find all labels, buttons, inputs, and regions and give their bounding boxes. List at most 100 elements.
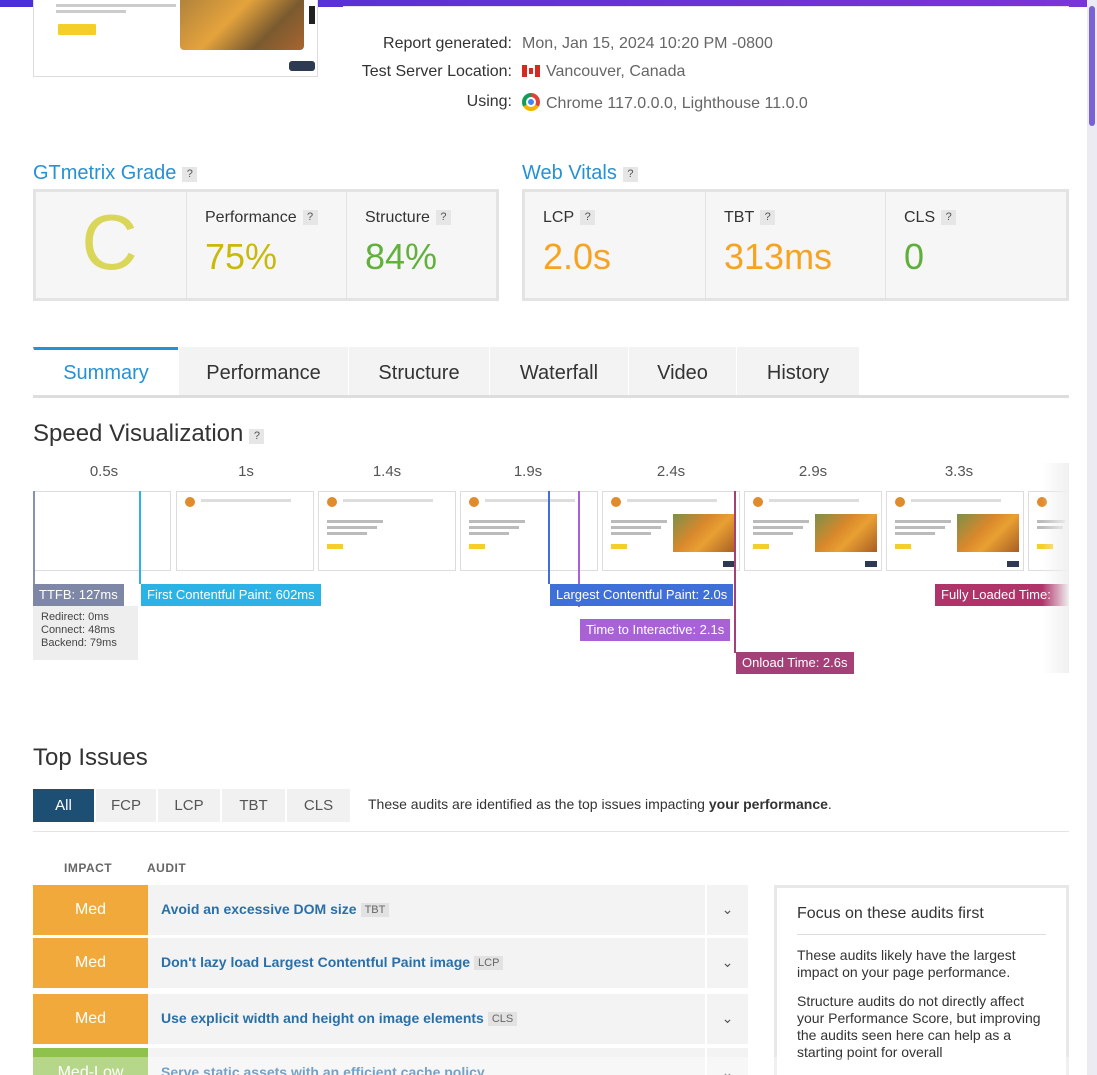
using-label: Using: <box>466 93 512 110</box>
filter-all[interactable]: All <box>33 789 94 822</box>
audit-column-header: AUDIT <box>147 861 187 875</box>
frame-text <box>753 532 793 535</box>
site-logo-icon <box>469 497 479 507</box>
filmstrip-frame[interactable] <box>886 491 1024 571</box>
fcp-label: First Contentful Paint: 602ms <box>141 584 321 606</box>
cls-value: 0 <box>904 236 925 277</box>
filmstrip-frame[interactable] <box>602 491 740 571</box>
timeline-label: 3.3s <box>944 463 974 480</box>
chevron-down-icon[interactable]: ⌄ <box>705 994 748 1044</box>
site-logo-icon <box>327 497 337 507</box>
page-screenshot-thumbnail[interactable] <box>33 0 318 77</box>
filter-tbt[interactable]: TBT <box>222 789 285 822</box>
frame-nav <box>627 499 717 502</box>
chevron-down-icon[interactable]: ⌄ <box>705 885 748 935</box>
tab-performance[interactable]: Performance <box>178 347 348 395</box>
help-icon[interactable]: ? <box>182 167 198 182</box>
frame-text <box>327 520 383 523</box>
filmstrip-frame-blank[interactable] <box>33 491 171 571</box>
thumbnail-button <box>58 24 96 35</box>
tab-structure[interactable]: Structure <box>348 347 489 395</box>
filmstrip-frame[interactable] <box>744 491 882 571</box>
audit-title[interactable]: Use explicit width and height on image e… <box>161 1010 484 1026</box>
filter-lcp[interactable]: LCP <box>158 789 220 822</box>
grade-letter: C <box>81 198 138 286</box>
frame-text <box>327 526 377 529</box>
tbt-label: TBT <box>724 209 755 226</box>
help-icon[interactable]: ? <box>435 210 451 225</box>
frame-nav <box>485 499 575 502</box>
help-icon[interactable]: ? <box>622 167 638 182</box>
audit-title[interactable]: Avoid an excessive DOM size <box>161 901 357 917</box>
server-location-value: Vancouver, Canada <box>546 63 686 80</box>
thumbnail-chat-widget <box>289 61 315 71</box>
help-icon[interactable]: ? <box>941 210 957 225</box>
report-generated-value: Mon, Jan 15, 2024 10:20 PM -0800 <box>522 35 773 52</box>
frame-text <box>895 526 945 529</box>
web-vitals-panel: LCP? 2.0s TBT? 313ms CLS? 0 <box>522 189 1069 301</box>
tab-summary[interactable]: Summary <box>33 347 178 395</box>
site-logo-icon <box>753 497 763 507</box>
structure-label-wrap: Structure? <box>365 209 451 227</box>
chevron-down-icon[interactable]: ⌄ <box>705 938 748 988</box>
frame-text <box>753 526 803 529</box>
using-value: Chrome 117.0.0.0, Lighthouse 11.0.0 <box>546 95 808 112</box>
filmstrip[interactable] <box>33 491 1069 571</box>
using-value-wrap: Chrome 117.0.0.0, Lighthouse 11.0.0 <box>522 93 808 113</box>
issue-row[interactable]: Med Avoid an excessive DOM size TBT ⌄ <box>33 885 748 935</box>
vertical-scrollbar[interactable] <box>1087 0 1097 1075</box>
frame-text <box>611 526 661 529</box>
top-issues-title: Top Issues <box>33 744 148 771</box>
thumbnail-photo <box>180 0 304 50</box>
frame-text <box>469 526 519 529</box>
tti-label: Time to Interactive: 2.1s <box>580 619 731 641</box>
lcp-value: 2.0s <box>543 236 612 277</box>
tab-history[interactable]: History <box>736 347 859 395</box>
audit-title[interactable]: Don't lazy load Largest Contentful Paint… <box>161 954 470 970</box>
frame-button <box>327 544 343 549</box>
frame-photo <box>957 514 1019 552</box>
frame-nav <box>343 499 433 502</box>
focus-paragraph: These audits likely have the largest imp… <box>797 947 1016 980</box>
lcp-marker-line <box>548 491 550 584</box>
speed-visualization-title: Speed Visualization? <box>33 420 265 448</box>
issue-row[interactable]: Med Don't lazy load Largest Contentful P… <box>33 938 748 988</box>
help-icon[interactable]: ? <box>580 210 596 225</box>
timeline-label: 2.4s <box>656 463 686 480</box>
audit-tag: TBT <box>360 903 390 917</box>
help-icon[interactable]: ? <box>302 210 318 225</box>
tbt-value: 313ms <box>724 236 833 277</box>
issue-row[interactable]: Med Use explicit width and height on ima… <box>33 994 748 1044</box>
server-location-value-wrap: Vancouver, Canada <box>522 63 685 81</box>
filter-fcp[interactable]: FCP <box>96 789 156 822</box>
audit-title-wrap[interactable]: Don't lazy load Largest Contentful Paint… <box>161 954 504 970</box>
header-divider <box>343 6 1069 7</box>
ttfb-marker-line <box>33 491 35 584</box>
filter-cls[interactable]: CLS <box>287 789 350 822</box>
help-icon[interactable]: ? <box>249 429 265 444</box>
frame-nav <box>769 499 859 502</box>
filmstrip-frame[interactable] <box>176 491 314 571</box>
audit-title-wrap[interactable]: Avoid an excessive DOM size TBT <box>161 901 390 917</box>
onload-label: Onload Time: 2.6s <box>736 652 854 674</box>
report-generated-row: Report generated: Mon, Jan 15, 2024 10:2… <box>330 35 930 57</box>
impact-column-header: IMPACT <box>64 861 113 875</box>
timeline-label: 1.4s <box>372 463 402 480</box>
frame-nav <box>201 499 291 502</box>
scrollbar-thumb[interactable] <box>1089 6 1095 126</box>
filmstrip-frame[interactable] <box>318 491 456 571</box>
audit-tag: CLS <box>487 1012 518 1026</box>
tab-video[interactable]: Video <box>628 347 736 395</box>
impact-badge: Med <box>33 885 148 935</box>
frame-text <box>895 520 951 523</box>
using-row: Using: Chrome 117.0.0.0, Lighthouse 11.0… <box>330 93 930 115</box>
note-prefix: These audits are identified as the top i… <box>368 796 709 812</box>
performance-label-wrap: Performance? <box>205 209 318 227</box>
gtmetrix-grade-panel: C Performance? 75% Structure? 84% <box>33 189 499 301</box>
help-icon[interactable]: ? <box>760 210 776 225</box>
structure-label: Structure <box>365 209 430 226</box>
ttfb-backend: Backend: 79ms <box>41 637 117 649</box>
ttfb-label: TTFB: 127ms <box>33 584 124 606</box>
audit-title-wrap[interactable]: Use explicit width and height on image e… <box>161 1010 518 1026</box>
tab-waterfall[interactable]: Waterfall <box>489 347 628 395</box>
